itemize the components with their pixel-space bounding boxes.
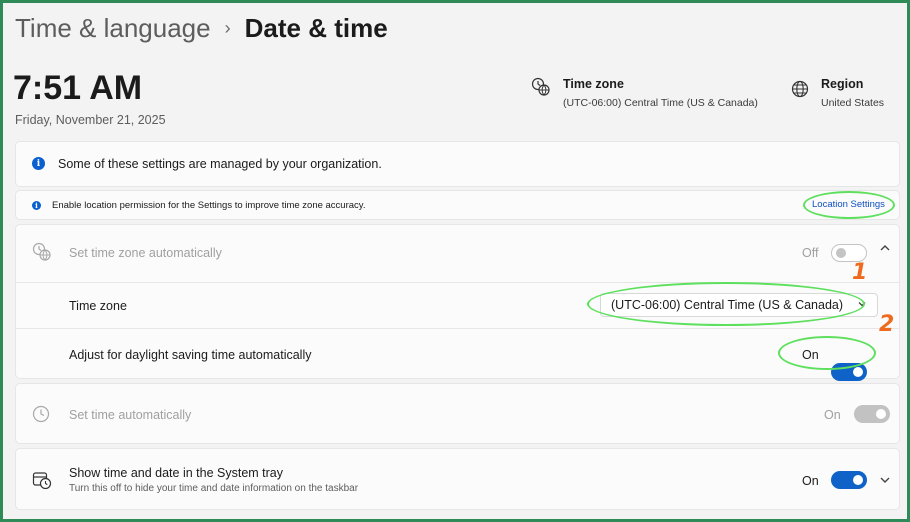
location-permission-notice: i Enable location permission for the Set…	[15, 190, 900, 220]
current-date: Friday, November 21, 2025	[15, 113, 166, 127]
region-info-title: Region	[821, 77, 864, 91]
window-frame: Time & language › Date & time 7:51 AM Fr…	[0, 0, 910, 522]
info-icon: i	[32, 201, 41, 210]
highlight-ellipse-daylight-toggle	[778, 336, 876, 370]
set-time-auto-toggle[interactable]	[854, 405, 890, 423]
globe-icon	[791, 77, 809, 103]
timezone-globe-icon	[531, 77, 551, 102]
timezone-info-value: (UTC-06:00) Central Time (US & Canada)	[563, 97, 758, 109]
system-tray-toggle[interactable]	[831, 471, 867, 489]
set-timezone-auto-icon	[32, 242, 52, 267]
system-tray-label: Show time and date in the System tray	[69, 466, 283, 480]
highlight-ellipse-location-settings	[803, 191, 895, 219]
chevron-up-icon[interactable]	[879, 242, 891, 257]
page-title: Date & time	[244, 13, 388, 43]
breadcrumb-separator: ›	[224, 18, 231, 38]
region-info-value: United States	[821, 97, 885, 109]
set-timezone-auto-label: Set time zone automatically	[69, 246, 222, 260]
timezone-info: Time zone (UTC-06:00) Central Time (US &…	[531, 77, 758, 109]
calendar-clock-icon	[32, 470, 52, 495]
set-timezone-auto-state: Off	[802, 246, 819, 260]
org-notice-text: Some of these settings are managed by yo…	[58, 157, 382, 171]
highlight-ellipse-timezone-dropdown	[587, 282, 865, 326]
divider	[16, 328, 899, 329]
region-info: Region United States	[791, 77, 884, 109]
clock-icon	[32, 405, 50, 428]
chevron-down-icon[interactable]	[879, 473, 891, 491]
system-tray-state: On	[802, 474, 819, 488]
timezone-info-title: Time zone	[563, 77, 624, 91]
location-notice-text: Enable location permission for the Setti…	[52, 200, 366, 211]
breadcrumb: Time & language › Date & time	[15, 13, 388, 44]
set-time-auto-card: Set time automatically On	[15, 383, 900, 444]
current-time: 7:51 AM	[13, 69, 143, 107]
info-icon: i	[32, 157, 45, 170]
system-tray-card: Show time and date in the System tray Tu…	[15, 448, 900, 510]
annotation-number-1: 1	[852, 260, 868, 285]
timezone-row-label: Time zone	[69, 299, 127, 313]
set-time-auto-state: On	[824, 408, 841, 422]
org-managed-notice: i Some of these settings are managed by …	[15, 141, 900, 187]
annotation-number-2: 2	[879, 312, 895, 337]
daylight-saving-label: Adjust for daylight saving time automati…	[69, 348, 312, 362]
breadcrumb-parent[interactable]: Time & language	[15, 13, 211, 44]
set-time-auto-label: Set time automatically	[69, 408, 192, 422]
system-tray-sublabel: Turn this off to hide your time and date…	[69, 483, 359, 494]
